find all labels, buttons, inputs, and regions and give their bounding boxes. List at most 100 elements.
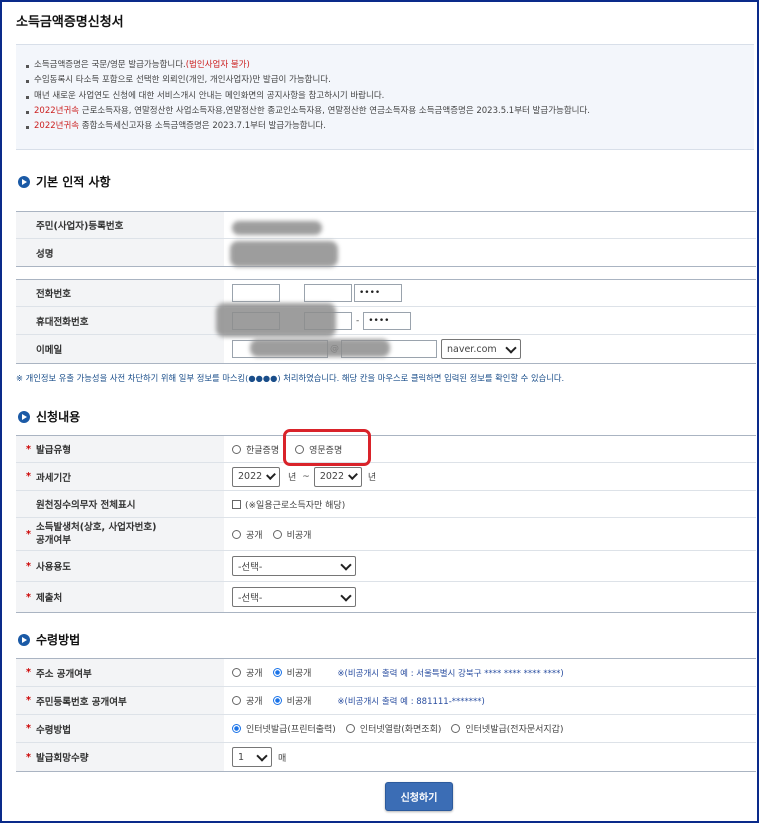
chevron-down-icon [256,749,268,762]
chevron-down-icon [505,341,517,354]
issue-type-label: 발급유형 [16,436,224,462]
addr-label: 주소 공개여부 [16,659,224,686]
disclose-public-option[interactable]: 공개 [232,528,263,541]
method-view-option[interactable]: 인터넷열람(화면조회) [345,722,441,735]
masked-email [250,339,390,357]
masking-note: ※ 개인정보 유출 가능성을 사전 차단하기 위해 일부 정보를 마스킹(●●●… [16,373,565,383]
usage-label: 사용용도 [16,551,224,581]
disclose-row: 소득발생처(상호, 사업자번호)공개여부 공개 비공개 [16,518,756,551]
year-from-select[interactable]: 2022 [232,466,280,487]
addr-row: 주소 공개여부 공개 비공개 ※(비공개시 출력 예 : 서울특별시 강북구 *… [16,659,756,687]
issue-type-row: 발급유형 한글증명 영문증명 [16,436,756,463]
notice-box: 소득금액증명은 국문/영문 발급가능합니다.(법인사업자 불가) 수임동록시 타… [16,44,754,150]
usage-select[interactable]: -선택- [232,556,356,576]
resident-number-label: 주민(사업자)등록번호 [16,212,224,238]
section-bullet-icon [18,410,30,423]
radio-icon [232,724,241,733]
chevron-down-icon [266,470,276,480]
radio-icon [451,724,461,733]
chevron-down-icon [340,589,352,602]
submit-to-label: 제출처 [16,582,224,612]
section-heading: 신청내용 [36,410,81,424]
notice-item: 2022년귀속 근로소득자용, 연말정산한 사업소득자용,연말정산한 종교인소득… [26,104,754,119]
withholding-row: 원천징수의무자 전체표시 (※일용근로소득자만 해당) [16,491,756,518]
radio-icon [272,529,282,539]
phone-row: 전화번호 •••• [16,280,756,307]
application-frame: 소득금액증명신청서 소득금액증명은 국문/영문 발급가능합니다.(법인사업자 불… [0,0,759,823]
radio-icon [232,529,241,539]
apply-table: 발급유형 한글증명 영문증명 과세기간 2022 년 ~ 2022 년 원천징수… [16,435,756,613]
year-unit: 년 [367,473,377,483]
email-label: 이메일 [16,335,224,363]
resident-number-row: 주민(사업자)등록번호 [16,212,756,239]
rrn-label: 주민등록번호 공개여부 [16,687,224,714]
notice-item: 수임동록시 타소득 포함으로 선택한 외뢰인(개인, 개인사업자)만 발급이 가… [26,73,754,88]
dash-separator: - [356,315,360,326]
addr-hint: ※(비공개시 출력 예 : 서울특별시 강북구 **** **** **** *… [337,668,564,679]
phone-part-1[interactable] [232,284,280,302]
name-row: 성명 [16,239,756,267]
method-edoc-option[interactable]: 인터넷발급(전자문서지갑) [451,722,563,735]
submit-to-select[interactable]: -선택- [232,587,356,607]
email-domain-select[interactable]: naver.com [441,339,521,359]
section-basic-info: 기본 인적 사항 [18,173,111,190]
name-label: 성명 [16,239,224,266]
chevron-down-icon [340,558,352,571]
addr-public-option[interactable]: 공개 [232,666,263,679]
count-label: 발급회망수량 [16,743,224,771]
mobile-row: 휴대전화번호 - •••• [16,307,756,335]
rrn-public-option[interactable]: 공개 [232,694,263,707]
submit-button[interactable]: 신청하기 [385,782,453,811]
phone-label: 전화번호 [16,280,224,306]
method-label: 수령방법 [16,715,224,742]
rrn-private-option[interactable]: 비공개 [272,694,311,707]
count-row: 발급회망수량 1 매 [16,743,756,772]
notice-item: 매년 새로운 사업연도 신청에 대한 서비스개시 안내는 메인화면의 공지사항을… [26,89,754,104]
page-title: 소득금액증명신청서 [16,15,124,30]
radio-icon [232,668,241,677]
radio-icon [272,668,282,677]
withholding-hint: (※일용근로소득자만 해당) [245,500,346,511]
masked-resident-number [232,221,322,235]
tax-period-row: 과세기간 2022 년 ~ 2022 년 [16,463,756,491]
phone-part-2[interactable] [304,284,352,302]
withholding-label: 원천징수의무자 전체표시 [16,491,224,517]
addr-private-option[interactable]: 비공개 [272,666,311,679]
tax-period-label: 과세기간 [16,463,224,490]
method-row: 수령방법 인터넷발급(프린터출력) 인터넷열람(화면조회) 인터넷발급(전자문서… [16,715,756,743]
highlight-annotation [283,429,371,466]
phone-part-3[interactable]: •••• [354,284,402,302]
year-unit: 년 [288,473,297,483]
mobile-label: 휴대전화번호 [16,307,224,334]
disclose-label: 소득발생처(상호, 사업자번호)공개여부 [16,518,224,550]
radio-icon [232,444,241,454]
disclose-private-option[interactable]: 비공개 [272,528,311,541]
radio-icon [272,696,282,705]
method-print-option[interactable]: 인터넷발급(프린터출력) [232,722,336,735]
masked-mobile [216,303,336,337]
count-unit: 매 [278,753,287,764]
notice-item: 소득금액증명은 국문/영문 발급가능합니다.(법인사업자 불가) [26,58,754,73]
year-to-select[interactable]: 2022 [313,466,362,487]
section-bullet-icon [18,175,30,188]
mobile-part-3[interactable]: •••• [363,311,412,330]
rrn-hint: ※(비공개시 출력 예 : 881111-*******) [337,696,485,707]
count-select[interactable]: 1 [232,747,272,767]
section-bullet-icon [18,633,30,646]
usage-row: 사용용도 -선택- [16,551,756,582]
section-receive: 수령방법 [18,631,80,648]
withholding-checkbox[interactable] [232,499,241,509]
notice-item: 2022년귀속 종합소득세신고자용 소득금액증명은 2023.7.1부터 발급가… [26,119,754,134]
basic-info-table: 주민(사업자)등록번호 성명 [16,211,756,267]
tilde: ~ [302,471,310,482]
section-apply: 신청내용 [18,408,80,425]
receive-table: 주소 공개여부 공개 비공개 ※(비공개시 출력 예 : 서울특별시 강북구 *… [16,658,756,772]
chevron-down-icon [348,470,358,480]
section-heading: 수령방법 [36,633,81,647]
rrn-row: 주민등록번호 공개여부 공개 비공개 ※(비공개시 출력 예 : 881111-… [16,687,756,715]
masked-name [230,241,338,267]
submit-to-row: 제출처 -선택- [16,582,756,613]
radio-icon [345,724,355,733]
issue-korean-option[interactable]: 한글증명 [232,443,279,456]
section-heading: 기본 인적 사항 [36,175,111,189]
